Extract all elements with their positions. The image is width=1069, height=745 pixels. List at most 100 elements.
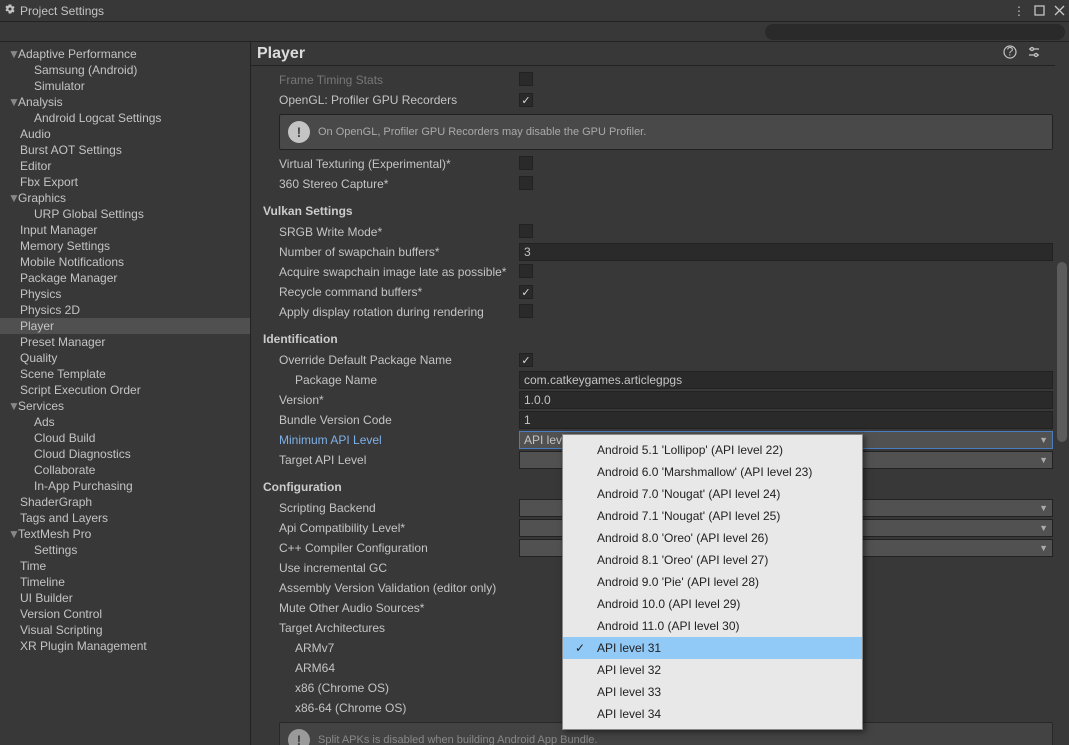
sidebar-item[interactable]: Timeline [0,574,250,590]
popup-item[interactable]: Android 6.0 'Marshmallow' (API level 23) [563,461,862,483]
sidebar-item-label: Analysis [18,95,63,109]
settings-sidebar[interactable]: ▼Adaptive PerformanceSamsung (Android)Si… [0,42,251,745]
sidebar-item[interactable]: Package Manager [0,270,250,286]
sidebar-item[interactable]: Settings [0,542,250,558]
close-icon[interactable] [1053,5,1065,17]
fold-icon[interactable]: ▼ [8,527,18,541]
popup-item[interactable]: Android 9.0 'Pie' (API level 28) [563,571,862,593]
opengl-profiler-checkbox[interactable] [519,93,533,107]
sidebar-item[interactable]: Burst AOT Settings [0,142,250,158]
sidebar-item[interactable]: ▼Services [0,398,250,414]
sidebar-item-label: Time [20,559,46,573]
popup-item-label: API level 31 [597,641,661,655]
sidebar-item-label: Quality [20,351,57,365]
api-level-popup[interactable]: Android 5.1 'Lollipop' (API level 22)And… [562,434,863,730]
sidebar-item[interactable]: Quality [0,350,250,366]
sidebar-item[interactable]: XR Plugin Management [0,638,250,654]
display-rotation-checkbox[interactable] [519,304,533,318]
sidebar-item[interactable]: Tags and Layers [0,510,250,526]
sidebar-item[interactable]: Scene Template [0,366,250,382]
kebab-icon[interactable]: ⋮ [1013,5,1025,17]
swapchain-input[interactable] [519,243,1053,261]
maximize-icon[interactable] [1033,5,1045,17]
acquire-late-checkbox[interactable] [519,264,533,278]
sidebar-item[interactable]: Script Execution Order [0,382,250,398]
sidebar-item[interactable]: Simulator [0,78,250,94]
sidebar-item[interactable]: Physics [0,286,250,302]
fold-icon[interactable]: ▼ [8,95,18,109]
popup-item-label: Android 9.0 'Pie' (API level 28) [597,575,759,589]
sidebar-item[interactable]: ▼TextMesh Pro [0,526,250,542]
srgb-checkbox[interactable] [519,224,533,238]
bundle-code-input[interactable] [519,411,1053,429]
sidebar-item[interactable]: Cloud Build [0,430,250,446]
sidebar-item-label: Mobile Notifications [20,255,124,269]
window-title: Project Settings [20,4,104,18]
vulkan-header: Vulkan Settings [263,202,1053,220]
help-icon[interactable]: ? [1003,45,1017,62]
pkg-name-input[interactable] [519,371,1053,389]
asm-validation-label: Assembly Version Validation (editor only… [263,581,519,595]
sidebar-item[interactable]: UI Builder [0,590,250,606]
sidebar-item[interactable]: ShaderGraph [0,494,250,510]
sidebar-item[interactable]: In-App Purchasing [0,478,250,494]
popup-item[interactable]: API level 32 [563,659,862,681]
sidebar-item[interactable]: Physics 2D [0,302,250,318]
sidebar-item[interactable]: ▼Adaptive Performance [0,46,250,62]
sidebar-item[interactable]: Cloud Diagnostics [0,446,250,462]
vertical-scrollbar[interactable] [1055,42,1069,745]
sidebar-item[interactable]: Visual Scripting [0,622,250,638]
target-api-label: Target API Level [263,453,519,467]
sidebar-item[interactable]: Editor [0,158,250,174]
sidebar-item[interactable]: Memory Settings [0,238,250,254]
sidebar-item-label: Visual Scripting [20,623,103,637]
popup-item[interactable]: Android 10.0 (API level 29) [563,593,862,615]
virtual-texturing-checkbox[interactable] [519,156,533,170]
fold-icon[interactable]: ▼ [8,191,18,205]
sidebar-item[interactable]: Samsung (Android) [0,62,250,78]
sidebar-item[interactable]: ▼Graphics [0,190,250,206]
sidebar-item[interactable]: Audio [0,126,250,142]
popup-item[interactable]: ✓API level 31 [563,637,862,659]
settings-sliders-icon[interactable] [1027,45,1041,62]
sidebar-item[interactable]: Mobile Notifications [0,254,250,270]
sidebar-item[interactable]: Ads [0,414,250,430]
sidebar-item-label: Physics [20,287,61,301]
popup-item[interactable]: API level 34 [563,703,862,725]
sidebar-item-label: Script Execution Order [20,383,141,397]
sidebar-item[interactable]: Fbx Export [0,174,250,190]
stereo-capture-checkbox[interactable] [519,176,533,190]
popup-item[interactable]: Android 7.0 'Nougat' (API level 24) [563,483,862,505]
chevron-down-icon: ▼ [1039,435,1048,445]
fold-icon[interactable]: ▼ [8,47,18,61]
sidebar-item[interactable]: URP Global Settings [0,206,250,222]
search-input[interactable] [765,24,1065,40]
sidebar-item[interactable]: Input Manager [0,222,250,238]
sidebar-item-label: TextMesh Pro [18,527,91,541]
version-input[interactable] [519,391,1053,409]
target-arch-label: Target Architectures [263,621,519,635]
sidebar-item-label: Package Manager [20,271,117,285]
override-pkg-label: Override Default Package Name [263,353,519,367]
info-text: Split APKs is disabled when building And… [318,734,597,745]
sidebar-item[interactable]: Version Control [0,606,250,622]
sidebar-item[interactable]: ▼Analysis [0,94,250,110]
sidebar-item[interactable]: Player [0,318,250,334]
popup-item[interactable]: Android 11.0 (API level 30) [563,615,862,637]
scrollbar-thumb[interactable] [1057,262,1067,442]
popup-item[interactable]: Android 8.1 'Oreo' (API level 27) [563,549,862,571]
recycle-buffers-checkbox[interactable] [519,285,533,299]
fold-icon[interactable]: ▼ [8,399,18,413]
frame-timing-checkbox[interactable] [519,72,533,86]
popup-item-label: Android 8.1 'Oreo' (API level 27) [597,553,768,567]
override-pkg-checkbox[interactable] [519,353,533,367]
popup-item[interactable]: API level 33 [563,681,862,703]
sidebar-item[interactable]: Android Logcat Settings [0,110,250,126]
popup-item[interactable]: Android 5.1 'Lollipop' (API level 22) [563,439,862,461]
sidebar-item[interactable]: Preset Manager [0,334,250,350]
sidebar-item[interactable]: Collaborate [0,462,250,478]
popup-item[interactable]: Android 7.1 'Nougat' (API level 25) [563,505,862,527]
popup-item[interactable]: Android 8.0 'Oreo' (API level 26) [563,527,862,549]
sidebar-item[interactable]: Time [0,558,250,574]
sidebar-item-label: Preset Manager [20,335,105,349]
